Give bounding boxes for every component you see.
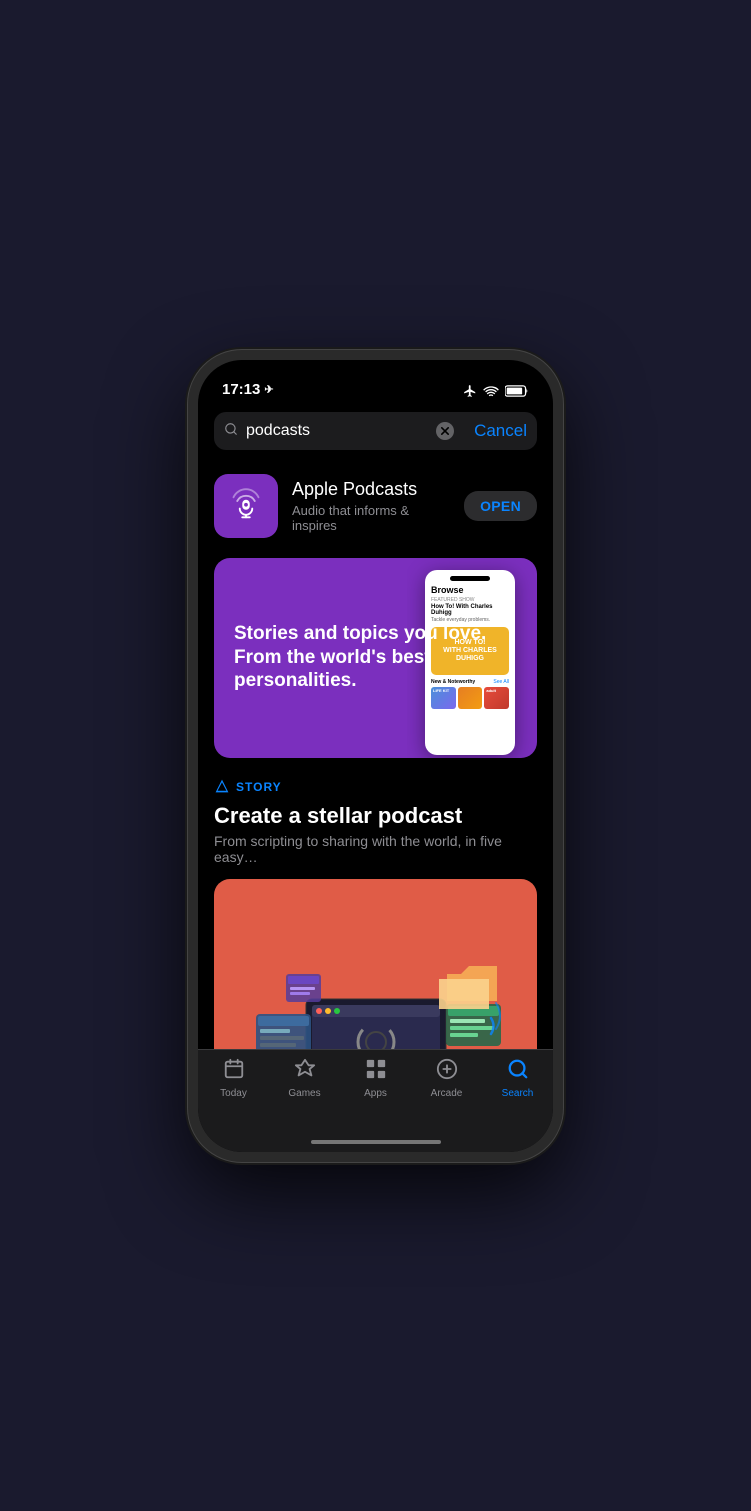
- screen: 17:13 ✈: [198, 360, 553, 1152]
- tab-games[interactable]: Games: [269, 1058, 340, 1099]
- tab-search-label: Search: [502, 1088, 534, 1099]
- tab-arcade-label: Arcade: [431, 1088, 463, 1099]
- search-clear-button[interactable]: [436, 422, 454, 440]
- open-button[interactable]: OPEN: [464, 491, 537, 521]
- content-area: Apple Podcasts Audio that informs & insp…: [198, 462, 553, 1049]
- home-indicator: [198, 1132, 553, 1152]
- tab-apps[interactable]: Apps: [340, 1058, 411, 1099]
- location-icon: ✈: [264, 383, 273, 396]
- search-bar[interactable]: podcasts Cancel: [214, 412, 537, 450]
- tab-search[interactable]: Search: [482, 1058, 553, 1099]
- app-result-row[interactable]: Apple Podcasts Audio that informs & insp…: [214, 462, 537, 554]
- status-icons: [463, 384, 529, 398]
- apps-icon: [365, 1058, 387, 1084]
- status-time: 17:13 ✈: [222, 381, 274, 398]
- podcast-illustration: [226, 919, 526, 1049]
- mock-notch: [450, 576, 490, 581]
- tab-apps-label: Apps: [364, 1088, 387, 1099]
- search-bar-inner: podcasts: [224, 422, 428, 440]
- tab-arcade[interactable]: Arcade: [411, 1058, 482, 1099]
- appstore-icon: [214, 778, 230, 797]
- app-name: Apple Podcasts: [292, 479, 450, 500]
- arcade-icon: [436, 1058, 458, 1084]
- search-bar-container: podcasts Cancel: [198, 404, 553, 462]
- app-icon-podcasts: [214, 474, 278, 538]
- tab-today-label: Today: [220, 1088, 247, 1099]
- podcasts-logo: [226, 486, 266, 526]
- promotional-banner[interactable]: Stories and topics you love. From the wo…: [214, 558, 537, 758]
- story-tag: STORY: [214, 778, 537, 797]
- banner-headline: Stories and topics you love. From the wo…: [234, 622, 517, 693]
- app-info: Apple Podcasts Audio that informs & insp…: [292, 479, 450, 533]
- tab-bar: Today Games: [198, 1049, 553, 1132]
- today-icon: [223, 1058, 245, 1084]
- banner-text: Stories and topics you love. From the wo…: [214, 602, 537, 713]
- cancel-button[interactable]: Cancel: [462, 421, 527, 441]
- games-icon: [294, 1058, 316, 1084]
- story-subtitle: From scripting to sharing with the world…: [214, 833, 537, 865]
- story-image[interactable]: [214, 879, 537, 1049]
- story-tag-label: STORY: [236, 780, 282, 794]
- tab-today[interactable]: Today: [198, 1058, 269, 1099]
- app-subtitle: Audio that informs & inspires: [292, 503, 450, 533]
- story-title: Create a stellar podcast: [214, 803, 537, 829]
- phone-frame: 17:13 ✈: [188, 350, 563, 1162]
- search-icon: [224, 422, 238, 439]
- tab-games-label: Games: [288, 1088, 320, 1099]
- search-tab-icon: [507, 1058, 529, 1084]
- wifi-icon: [483, 385, 499, 397]
- time-text: 17:13: [222, 381, 260, 398]
- notch: [301, 360, 451, 388]
- mock-browse: Browse: [431, 585, 509, 595]
- battery-icon: [505, 385, 529, 397]
- search-input-value: podcasts: [246, 422, 428, 440]
- home-bar: [311, 1140, 441, 1144]
- airplane-icon: [463, 384, 477, 398]
